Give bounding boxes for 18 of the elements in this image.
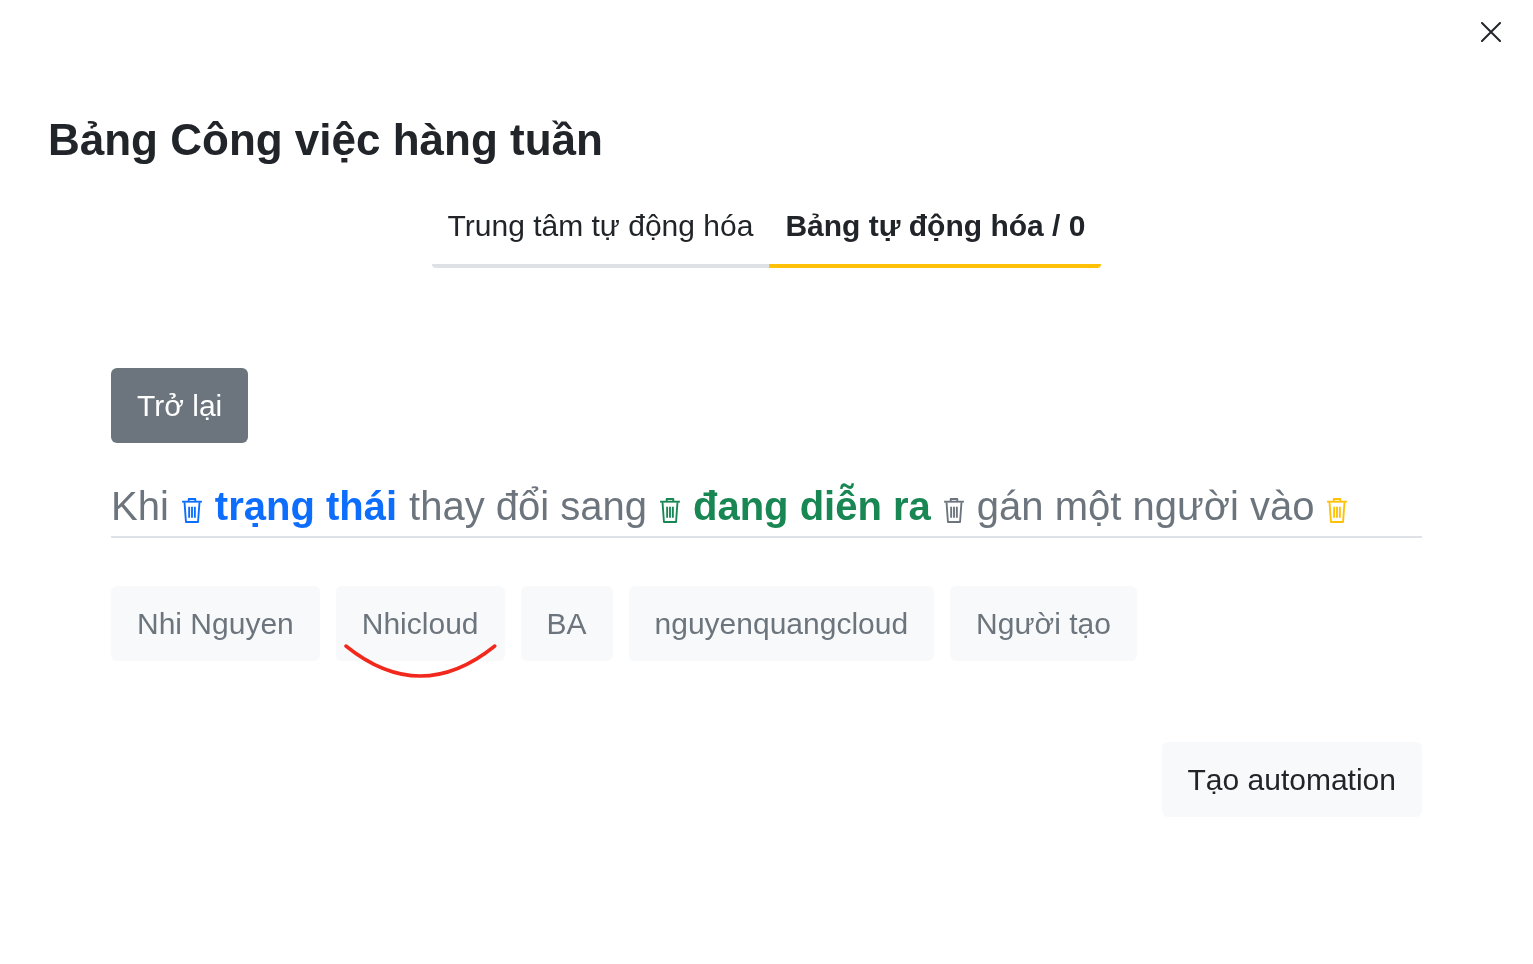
assignee-option[interactable]: Nhi Nguyen bbox=[111, 586, 320, 661]
rule-field-link[interactable]: trạng thái bbox=[214, 482, 398, 530]
assignee-option[interactable]: Người tạo bbox=[950, 586, 1137, 661]
dialog-title: Bảng Công việc hàng tuần bbox=[48, 114, 603, 166]
tab[interactable]: Bảng tự động hóa / 0 bbox=[769, 190, 1102, 268]
assignee-option[interactable]: BA bbox=[520, 586, 613, 661]
tab[interactable]: Trung tâm tự động hóa bbox=[431, 190, 770, 268]
trash-icon[interactable] bbox=[659, 496, 681, 524]
rule-field-link[interactable]: đang diễn ra bbox=[693, 482, 931, 530]
rule-text: Khi bbox=[111, 483, 169, 530]
close-icon[interactable] bbox=[1481, 22, 1501, 42]
trash-icon[interactable] bbox=[942, 496, 965, 524]
create-automation-button[interactable]: Tạo automation bbox=[1161, 742, 1422, 817]
assignee-option[interactable]: nguyenquangcloud bbox=[628, 586, 935, 661]
back-button[interactable]: Trở lại bbox=[111, 368, 249, 443]
trash-icon[interactable] bbox=[180, 496, 203, 524]
rule-text: gán một người vào bbox=[976, 483, 1315, 530]
rule-text: thay đổi sang bbox=[409, 483, 647, 530]
